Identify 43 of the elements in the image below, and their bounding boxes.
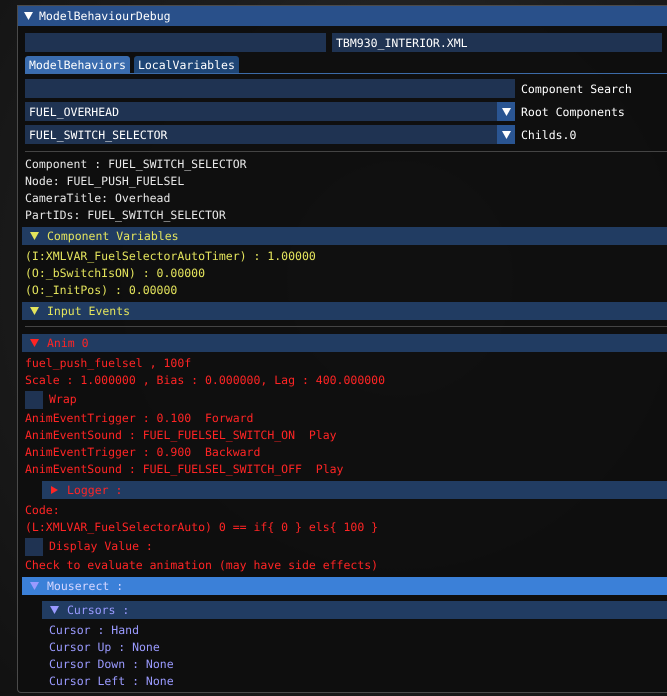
info-line: CameraTitle: Overhead	[25, 190, 172, 207]
section-header[interactable]: Input Events	[22, 302, 667, 320]
triangle-down-icon	[24, 12, 33, 20]
text-line: fuel_push_fuelsel , 100f	[25, 355, 192, 372]
text-field[interactable]	[25, 33, 326, 52]
field-label: Root Components	[521, 104, 625, 118]
combo-field[interactable]: FUEL_SWITCH_SELECTOR	[25, 125, 497, 144]
text-line: Code:	[25, 502, 61, 519]
text-line: Cursor : Hand	[49, 622, 140, 639]
window-title-bar[interactable]: ModelBehaviourDebug	[18, 6, 667, 26]
tab[interactable]: ModelBehaviors	[25, 56, 130, 73]
section-header[interactable]: Component Variables	[22, 227, 667, 245]
text-line: (O:_bSwitchIsON) : 0.00000	[25, 265, 206, 282]
text-line: AnimEventSound : FUEL_FUELSEL_SWITCH_ON Play	[25, 427, 338, 444]
search-field[interactable]	[25, 79, 515, 98]
info-line: PartIDs: FUEL_SWITCH_SELECTOR	[25, 207, 227, 224]
info-line: Node: FUEL_PUSH_FUELSEL	[25, 173, 186, 190]
text-line: AnimEventTrigger : 0.900 Backward	[25, 444, 262, 461]
checkbox[interactable]	[25, 538, 43, 556]
field-label: Childs.0	[521, 128, 576, 142]
text-line: (I:XMLVAR_FuelSelectorAutoTimer) : 1.00000	[25, 248, 317, 265]
file-field[interactable]: TBM930_INTERIOR.XML	[332, 33, 662, 52]
checkbox-label: Wrap	[49, 391, 77, 408]
text-line: Scale : 1.000000 , Bias : 0.000000, Lag : 400.000000	[25, 372, 386, 389]
dropdown-button[interactable]	[497, 125, 515, 144]
text-line: AnimEventTrigger : 0.100 Forward	[25, 410, 254, 427]
dropdown-button[interactable]	[497, 102, 515, 121]
text-line: Check to evaluate animation (may have side effects)	[25, 557, 380, 574]
text-line: Cursor Left : None	[49, 673, 175, 690]
text-line: AnimEventSound : FUEL_FUELSEL_SWITCH_OFF Play	[25, 461, 344, 478]
text-line: (O:_InitPos) : 0.00000	[25, 282, 178, 299]
checkbox-label: Display Value :	[49, 538, 153, 555]
text-line: (L:XMLVAR_FuelSelectorAuto) 0 == if{ 0 } els{ 100 }	[25, 519, 380, 536]
text-line: Cursor Down : None	[49, 656, 175, 673]
text-line: Cursor Up : None	[49, 639, 161, 656]
field-label: Component Search	[521, 82, 632, 96]
checkbox[interactable]	[25, 390, 43, 408]
section-header[interactable]: Cursors :	[42, 601, 667, 619]
triangle-down-icon	[502, 130, 510, 138]
tab[interactable]: LocalVariables	[134, 56, 239, 73]
triangle-down-icon	[502, 108, 510, 116]
info-line: Component : FUEL_SWITCH_SELECTOR	[25, 156, 248, 173]
combo-field[interactable]: FUEL_OVERHEAD	[25, 102, 497, 121]
